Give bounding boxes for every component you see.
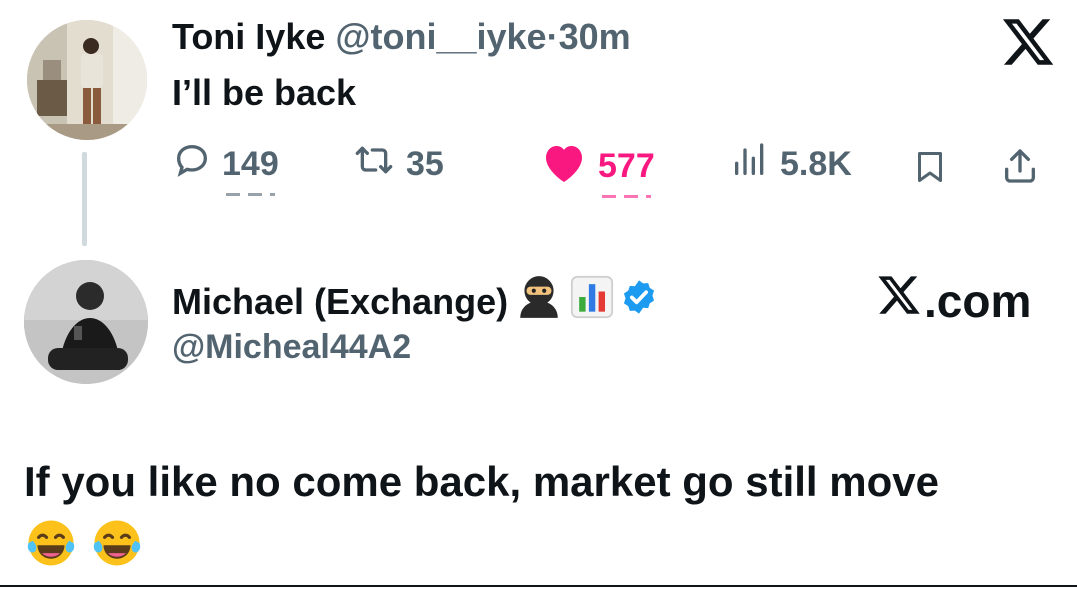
verified-badge-icon	[620, 278, 658, 325]
tweet1-time[interactable]: 30m	[559, 16, 631, 57]
views-icon	[730, 140, 770, 189]
reply-button[interactable]: 149	[172, 140, 279, 196]
like-button[interactable]: 577	[540, 140, 655, 198]
tweet2-handle[interactable]: @Micheal44A2	[172, 328, 411, 367]
x-com-text: .com	[924, 274, 1032, 327]
tweet1-handle[interactable]: @toni__iyke	[335, 16, 546, 57]
x-logo-icon	[1000, 14, 1056, 70]
bar-chart-icon	[570, 275, 614, 328]
tweet2-text: If you like no come back, market go stil…	[24, 458, 939, 505]
tears-of-joy-icon	[90, 516, 144, 575]
divider	[0, 585, 1077, 587]
x-logo-icon	[876, 272, 924, 329]
tweet1-author-name[interactable]: Toni Iyke	[172, 16, 325, 57]
retweet-count: 35	[406, 145, 444, 183]
x-com-label: .com	[876, 272, 1031, 329]
avatar-toni-iyke[interactable]	[27, 20, 147, 140]
reply-icon	[172, 140, 212, 189]
ninja-icon	[514, 274, 564, 329]
like-count: 577	[598, 147, 655, 198]
tweet2-author-name[interactable]: Michael (Exchange)	[172, 281, 508, 323]
avatar-michael[interactable]	[24, 260, 148, 384]
tweet2-header: Michael (Exchange)	[172, 274, 658, 329]
tweet1-header: Toni Iyke @toni__iyke·30m	[172, 16, 631, 58]
views-button[interactable]: 5.8K	[730, 140, 852, 189]
tweet1-separator: ·	[546, 16, 559, 57]
views-count: 5.8K	[780, 145, 852, 183]
retweet-icon	[352, 140, 396, 189]
share-icon[interactable]	[1000, 146, 1040, 191]
retweet-button[interactable]: 35	[352, 140, 444, 189]
tears-of-joy-icon	[24, 516, 78, 575]
thread-line	[82, 152, 87, 246]
bookmark-icon[interactable]	[912, 148, 948, 191]
heart-icon	[540, 140, 588, 193]
tweet1-text: I’ll be back	[172, 72, 357, 113]
emoji-row	[24, 516, 144, 575]
reply-count: 149	[222, 145, 279, 196]
